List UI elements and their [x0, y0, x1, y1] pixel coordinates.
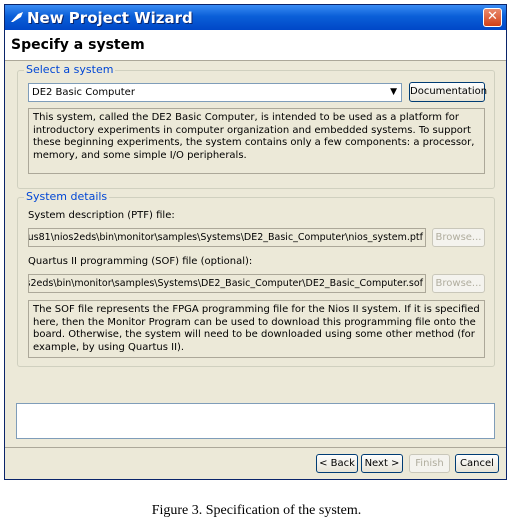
ptf-field: tus81\nios2eds\bin\monitor\samples\Syste… — [28, 228, 426, 247]
title-bar[interactable]: New Project Wizard ✕ — [5, 5, 506, 30]
finish-button[interactable]: Finish — [409, 454, 450, 473]
message-area — [16, 403, 495, 439]
figure-caption: Figure 3. Specification of the system. — [151, 503, 362, 518]
next-button[interactable]: Next > — [361, 454, 403, 473]
select-system-group: Select a system DE2 Basic Computer ▼ Doc… — [17, 63, 495, 189]
wizard-header: Specify a system — [5, 30, 506, 61]
select-system-legend: Select a system — [24, 63, 116, 76]
sof-field: is2eds\bin\monitor\samples\Systems\DE2_B… — [28, 274, 426, 293]
wizard-window: New Project Wizard ✕ Specify a system Se… — [4, 4, 507, 480]
system-details-legend: System details — [24, 190, 110, 203]
button-bar-divider — [5, 447, 506, 448]
system-description: This system, called the DE2 Basic Comput… — [28, 108, 485, 174]
sof-browse-button[interactable]: Browse... — [432, 274, 485, 293]
cancel-button[interactable]: Cancel — [455, 454, 499, 473]
dropdown-arrow-icon[interactable]: ▼ — [390, 84, 397, 101]
close-icon: ✕ — [487, 9, 498, 24]
system-details-group: System details System description (PTF) … — [17, 190, 495, 367]
sof-label: Quartus II programming (SOF) file (optio… — [28, 256, 253, 267]
documentation-button[interactable]: Documentation — [409, 82, 487, 102]
window-title: New Project Wizard — [27, 9, 193, 27]
sof-description: The SOF file represents the FPGA program… — [28, 300, 485, 358]
ptf-path: tus81\nios2eds\bin\monitor\samples\Syste… — [28, 232, 423, 243]
back-button[interactable]: < Back — [316, 454, 358, 473]
ptf-label: System description (PTF) file: — [28, 210, 175, 221]
ptf-browse-button[interactable]: Browse... — [432, 228, 485, 247]
sof-path: is2eds\bin\monitor\samples\Systems\DE2_B… — [28, 278, 423, 289]
system-select-value: DE2 Basic Computer — [32, 87, 135, 98]
close-button[interactable]: ✕ — [483, 8, 502, 27]
wizard-icon — [11, 12, 23, 22]
system-select[interactable]: DE2 Basic Computer ▼ — [28, 83, 402, 102]
page-title: Specify a system — [11, 37, 145, 53]
